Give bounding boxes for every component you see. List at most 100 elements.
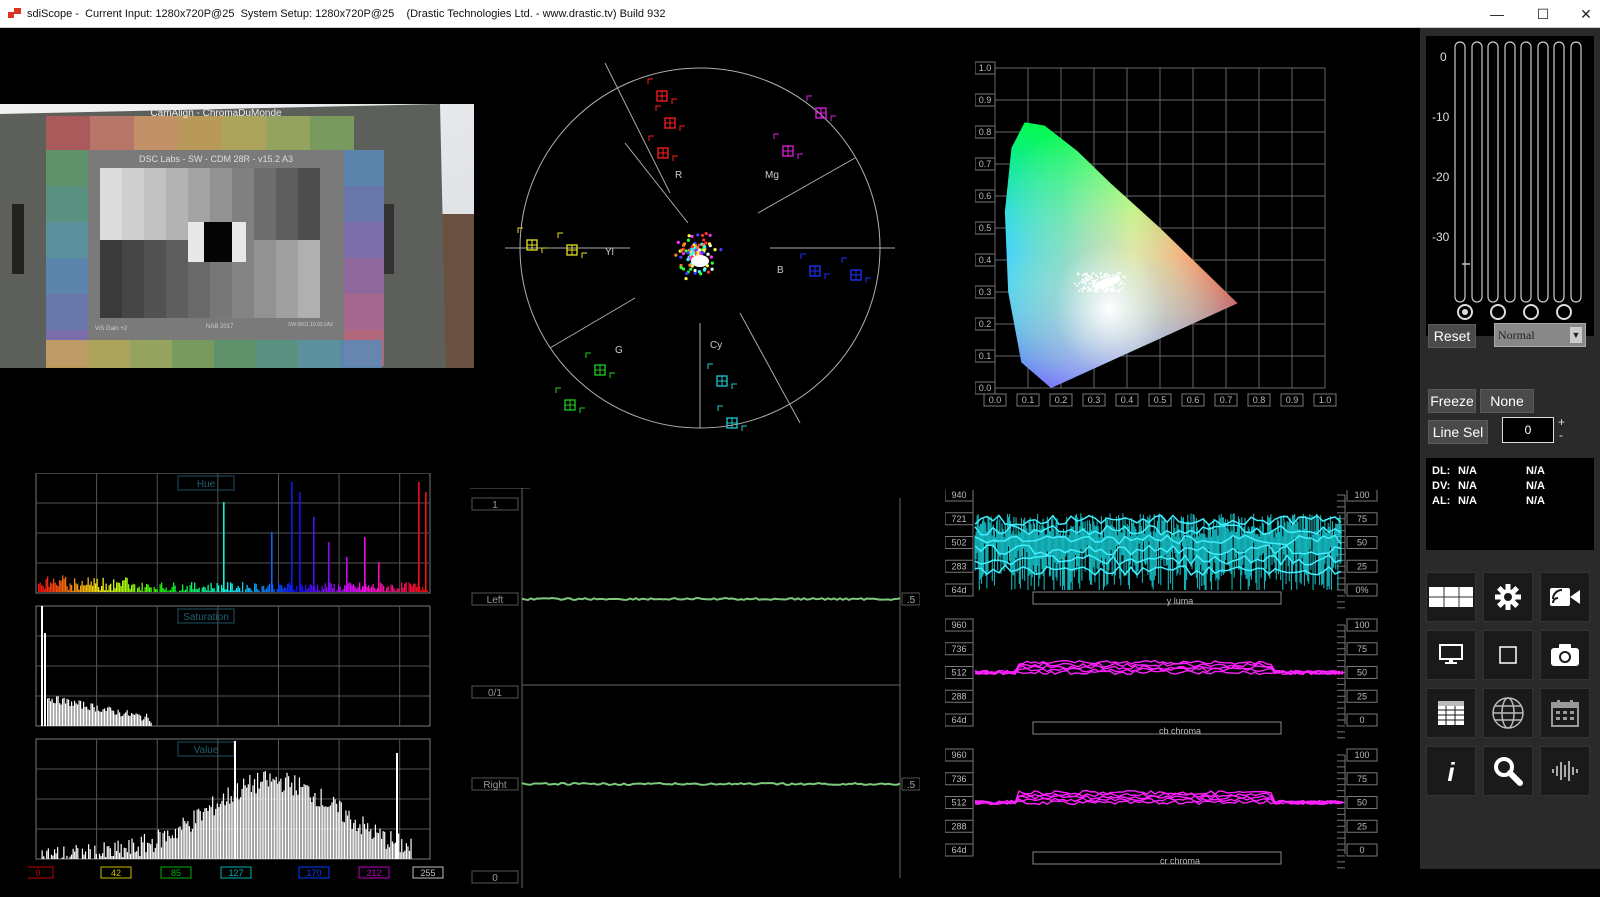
audio-right-trace: [522, 783, 900, 785]
chart-top-text: CamAlign - ChromaDuMonde: [150, 108, 282, 119]
close-button[interactable]: ✕: [1563, 0, 1600, 28]
cie-y-tick: 0.5: [979, 223, 992, 233]
svg-text:i: i: [1447, 757, 1455, 785]
chart-small-mid: NAB 2017: [206, 324, 234, 330]
freeze-button[interactable]: Freeze: [1428, 389, 1476, 413]
status-row-al: AL:N/AN/A: [1432, 494, 1545, 509]
zoom-button[interactable]: [1483, 746, 1533, 796]
monitor-icon: [1439, 644, 1463, 666]
audio-left-label: Left: [487, 595, 504, 606]
audio-mid-label: 0/1: [488, 688, 502, 699]
audio-scale-bottom: 0: [492, 873, 498, 884]
reset-button[interactable]: Reset: [1428, 324, 1476, 348]
meter-toggle-4[interactable]: [1557, 305, 1571, 319]
hsv-tick-label: 170: [306, 868, 321, 878]
waveform-left-tick: 960: [951, 620, 966, 630]
waveform-left-tick: 960: [951, 750, 966, 760]
waveform-right-tick: 75: [1357, 644, 1367, 654]
settings-button[interactable]: [1483, 572, 1533, 622]
cie-chromaticity-diagram: 0.00.00.10.10.20.20.30.30.40.40.50.50.60…: [975, 58, 1395, 448]
meter-toggle-2[interactable]: [1491, 305, 1505, 319]
info-icon: i: [1441, 757, 1461, 785]
snapshot-button[interactable]: [1540, 630, 1590, 680]
cie-x-tick: 0.7: [1220, 395, 1233, 405]
waveform-left-tick: 64d: [951, 715, 966, 725]
camera-icon: [1550, 643, 1580, 667]
audio-meter-panel: 1 Left 0/1 Right 0 .5 .5: [470, 488, 920, 897]
waveform-left-tick: 512: [951, 798, 966, 808]
cie-y-tick: 1.0: [979, 63, 992, 73]
line-decrement-button[interactable]: -: [1559, 428, 1563, 442]
network-button[interactable]: [1483, 688, 1533, 738]
waveform-left-tick: 288: [951, 821, 966, 831]
waveform-right-tick: 50: [1357, 538, 1367, 548]
line-number-input[interactable]: 0: [1502, 417, 1554, 443]
waveform-right-tick: 100: [1354, 620, 1369, 630]
waveform-left-tick: 736: [951, 774, 966, 784]
hsv-tick-label: 0: [35, 868, 40, 878]
waveform-right-tick: 75: [1357, 514, 1367, 524]
chart-small-right: SW-0601.10.03.2A3: [288, 322, 333, 328]
cie-x-tick: 0.2: [1055, 395, 1068, 405]
cie-x-tick: 0.9: [1286, 395, 1299, 405]
video-preview[interactable]: CamAlign - ChromaDuMonde DSC Labs - SW -…: [0, 104, 474, 368]
monitor-button[interactable]: [1426, 630, 1476, 680]
waveform-right-tick: 25: [1357, 691, 1367, 701]
line-select-button[interactable]: Line Sel: [1428, 420, 1488, 444]
chart-small-left: ViS Gain +2: [95, 326, 128, 332]
hsv-tick-label: 212: [366, 868, 381, 878]
cie-x-tick: 1.0: [1319, 395, 1332, 405]
calendar-button[interactable]: [1540, 688, 1590, 738]
record-icon: [1549, 585, 1581, 609]
layout-grid-icon: [1428, 586, 1474, 608]
hue-label: Hue: [197, 479, 216, 490]
none-button[interactable]: None: [1480, 389, 1534, 413]
record-button[interactable]: [1540, 572, 1590, 622]
vector-label-r: R: [675, 170, 682, 181]
cie-x-tick: 0.3: [1088, 395, 1101, 405]
calendar-icon: [1551, 699, 1579, 727]
cie-y-tick: 0.6: [979, 191, 992, 201]
luma-label: y luma: [1167, 596, 1194, 606]
vector-label-mg: Mg: [765, 170, 779, 181]
hsv-tick-label: 127: [228, 868, 243, 878]
cie-y-tick: 0.0: [979, 383, 992, 393]
waveform-left-tick: 721: [951, 514, 966, 524]
hsv-histograms: Hue Saturation Value 04285127170212255: [28, 473, 448, 897]
audio-right-label: Right: [483, 780, 507, 791]
cie-y-tick: 0.7: [979, 159, 992, 169]
audio-left-scale: .5: [907, 595, 916, 606]
waveform-left-tick: 64d: [951, 585, 966, 595]
hsv-tick-label: 255: [420, 868, 435, 878]
window-titlebar: sdiScope - Current Input: 1280x720P@25 S…: [0, 0, 1600, 28]
vector-label-g: G: [615, 345, 623, 356]
minimize-button[interactable]: —: [1474, 0, 1520, 28]
waveform-right-tick: 0: [1359, 715, 1364, 725]
maximize-button[interactable]: ☐: [1520, 0, 1566, 28]
cie-y-tick: 0.3: [979, 287, 992, 297]
cie-y-tick: 0.2: [979, 319, 992, 329]
meter-toggle-3[interactable]: [1524, 305, 1538, 319]
cie-y-tick: 0.8: [979, 127, 992, 137]
mode-select[interactable]: Normal ▼: [1494, 323, 1586, 347]
waveform-left-tick: 283: [951, 561, 966, 571]
vector-trace: [674, 232, 722, 280]
table-button[interactable]: [1426, 688, 1476, 738]
window-title: sdiScope - Current Input: 1280x720P@25 S…: [27, 8, 665, 20]
hsv-tick-label: 42: [111, 868, 121, 878]
chevron-down-icon[interactable]: ▼: [1569, 326, 1583, 344]
square-button[interactable]: [1483, 630, 1533, 680]
audio-waveform-button[interactable]: [1540, 746, 1590, 796]
audio-left-trace: [522, 598, 900, 600]
waveform-right-tick: 25: [1357, 821, 1367, 831]
waveform-left-tick: 288: [951, 691, 966, 701]
layout-grid-button[interactable]: [1426, 572, 1476, 622]
cie-y-tick: 0.1: [979, 351, 992, 361]
waveform-left-tick: 64d: [951, 845, 966, 855]
globe-icon: [1491, 696, 1525, 730]
audio-right-scale: .5: [907, 780, 916, 791]
line-increment-button[interactable]: +: [1558, 415, 1565, 429]
search-icon: [1493, 756, 1523, 786]
cie-x-tick: 0.4: [1121, 395, 1134, 405]
info-button[interactable]: i: [1426, 746, 1476, 796]
